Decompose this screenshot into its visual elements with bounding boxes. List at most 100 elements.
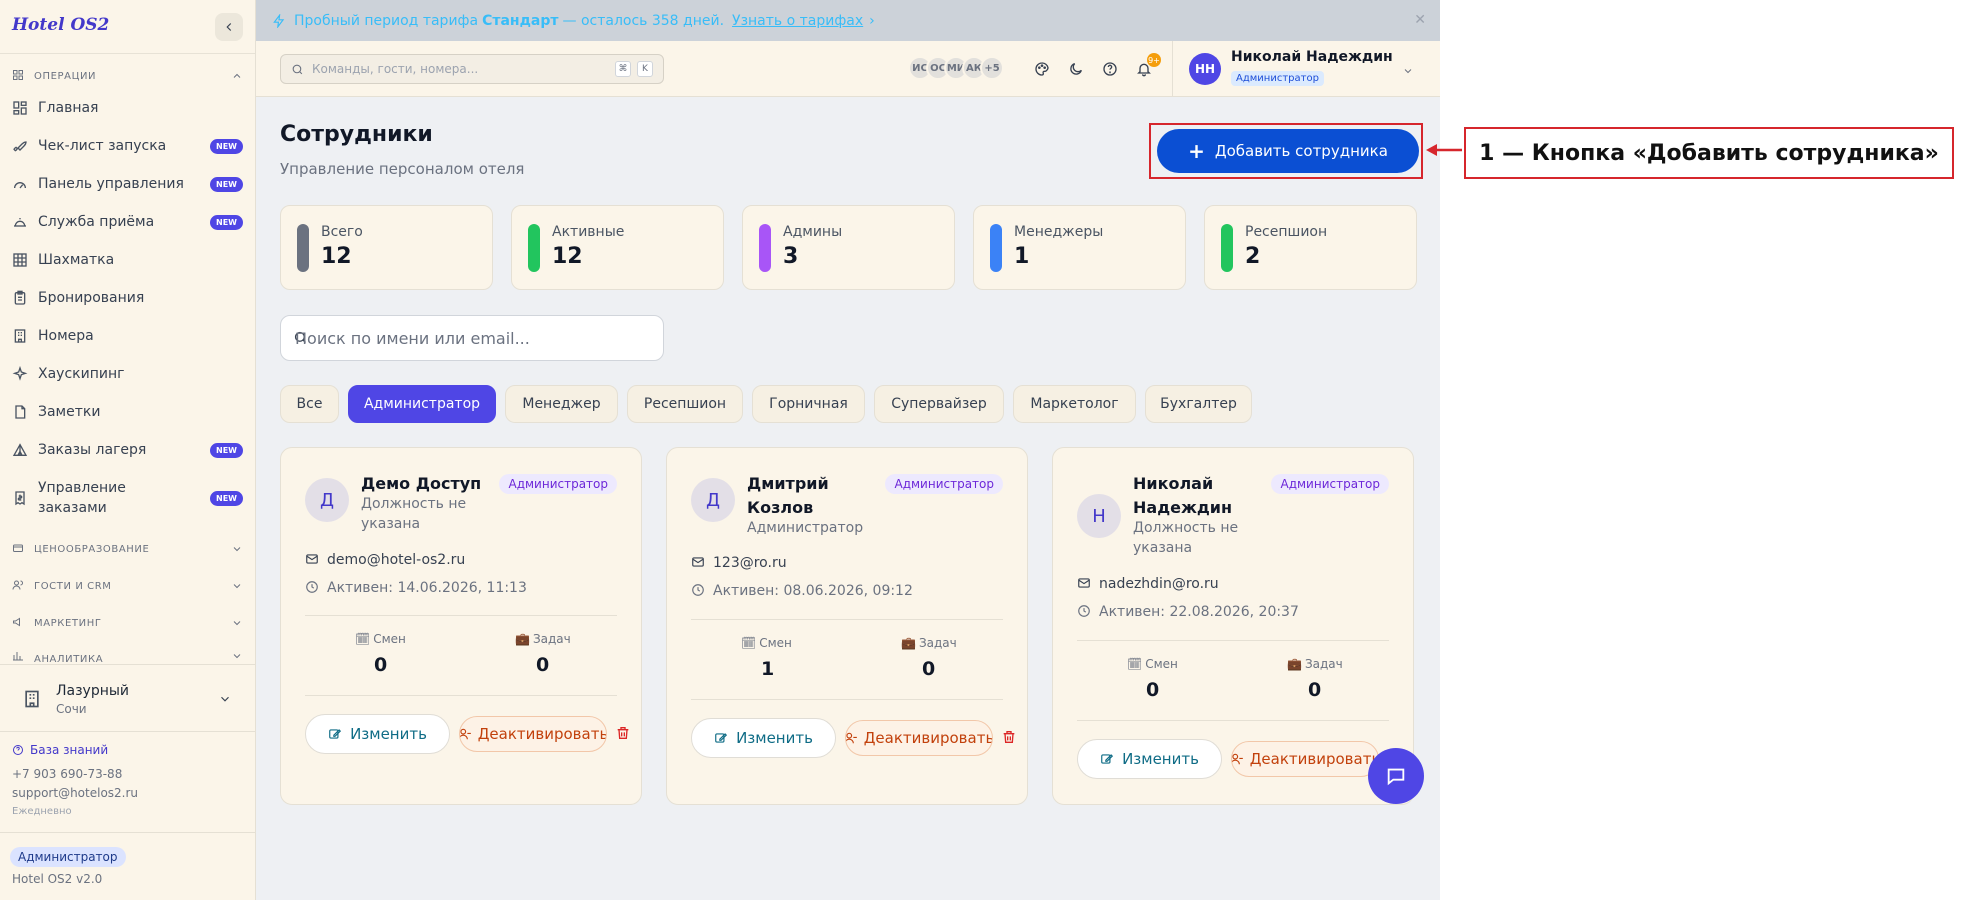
- sidebar-item-housekeeping[interactable]: Хаускипинг: [12, 355, 243, 393]
- shifts-label: 🗓 Смен: [741, 636, 792, 650]
- filter-chip-all[interactable]: Все: [280, 385, 339, 423]
- note-icon: [12, 404, 28, 420]
- help-circle-icon: [12, 744, 24, 756]
- briefcase-icon: 💼: [1287, 657, 1302, 671]
- deactivate-button[interactable]: Деактивировать: [1231, 741, 1379, 777]
- stat-color-bar: [528, 224, 540, 272]
- filter-chip-accountant[interactable]: Бухгалтер: [1145, 385, 1252, 423]
- sidebar-item-bookings[interactable]: Бронирования: [12, 279, 243, 317]
- edit-icon: [328, 727, 342, 741]
- new-badge: NEW: [210, 442, 243, 458]
- employee-email: nadezhdin@ro.ru: [1077, 576, 1219, 592]
- pricing-link[interactable]: Узнать о тарифах: [732, 13, 863, 29]
- sidebar-section-operations[interactable]: ОПЕРАЦИИ: [12, 66, 243, 86]
- sidebar-item-launch-checklist[interactable]: Чек-лист запуска NEW: [12, 127, 243, 165]
- sidebar-item-rooms[interactable]: Номера: [12, 317, 243, 355]
- sidebar-section-marketing[interactable]: МАРКЕТИНГ: [12, 613, 243, 633]
- employee-card: Д Демо Доступ Должность не указана Админ…: [280, 447, 642, 805]
- tasks-count: 0: [1308, 679, 1322, 701]
- card-divider: [1077, 640, 1389, 641]
- sidebar-section-guests-crm[interactable]: ГОСТИ И CRM: [12, 576, 243, 596]
- notifications-button[interactable]: 9+: [1131, 53, 1161, 82]
- theme-toggle-button[interactable]: [1063, 56, 1089, 82]
- sidebar-item-chessboard[interactable]: Шахматка: [12, 241, 243, 279]
- hotel-switcher[interactable]: Лазурный Сочи: [0, 664, 256, 732]
- online-users[interactable]: ИС ОС МИ АК +5: [908, 56, 1004, 80]
- filter-chip-housekeeper[interactable]: Горничная: [752, 385, 865, 423]
- filter-chip-marketer[interactable]: Маркетолог: [1013, 385, 1136, 423]
- user-minus-icon: [460, 727, 472, 741]
- deactivate-button[interactable]: Деактивировать: [459, 716, 607, 752]
- sidebar-item-front-desk[interactable]: Служба приёма NEW: [12, 203, 243, 241]
- shortcut-key: K: [637, 61, 653, 77]
- support-phone[interactable]: +7 903 690-73-88: [12, 767, 122, 781]
- employee-last-active: Активен: 08.06.2026, 09:12: [691, 583, 913, 599]
- calendar-icon: 🗓: [355, 632, 371, 646]
- chat-icon: [1387, 768, 1405, 786]
- chevron-right-icon: ›: [869, 12, 875, 29]
- sidebar-item-notes[interactable]: Заметки: [12, 393, 243, 431]
- chevron-down-icon: [231, 580, 243, 592]
- command-search-input[interactable]: Команды, гости, номера... ⌘ K: [280, 54, 664, 84]
- deactivate-button[interactable]: Деактивировать: [845, 720, 993, 756]
- sidebar-item-home[interactable]: Главная: [12, 89, 243, 127]
- chevron-down-icon: [231, 617, 243, 629]
- clipboard-icon: [12, 290, 28, 306]
- filter-chip-administrator[interactable]: Администратор: [348, 385, 496, 423]
- edit-button[interactable]: Изменить: [691, 718, 836, 758]
- moon-icon: [1070, 63, 1082, 75]
- stat-card-managers: Менеджеры 1: [973, 205, 1186, 290]
- employee-search-input[interactable]: Поиск по имени или email...: [280, 315, 664, 361]
- users-icon: [12, 579, 26, 593]
- sidebar-item-camp-orders[interactable]: Заказы лагеря NEW: [12, 431, 243, 469]
- tasks-label: 💼 Задач: [1287, 657, 1343, 671]
- hotel-name: Лазурный: [56, 683, 130, 699]
- avatar: Д: [691, 478, 735, 522]
- new-badge: NEW: [210, 214, 243, 230]
- hotel-city: Сочи: [56, 702, 87, 716]
- new-badge: NEW: [210, 490, 243, 506]
- support-email[interactable]: support@hotelos2.ru: [12, 786, 138, 800]
- sidebar-collapse-button[interactable]: [215, 13, 243, 41]
- sidebar: Hotel OS2 ОПЕРАЦИИ Главная Чек-лист запу…: [0, 0, 256, 900]
- sidebar-section-pricing[interactable]: ЦЕНООБРАЗОВАНИЕ: [12, 539, 243, 559]
- stat-card-reception: Ресепшион 2: [1204, 205, 1417, 290]
- role-badge: Администратор: [1271, 474, 1389, 494]
- delete-button[interactable]: [1001, 729, 1019, 747]
- calendar-icon: 🗓: [741, 636, 757, 650]
- employee-card: Д Дмитрий Козлов Администратор Администр…: [666, 447, 1028, 805]
- sidebar-section-analytics[interactable]: АНАЛИТИКА: [12, 650, 243, 664]
- user-menu[interactable]: НН Николай Надеждин Администратор: [1172, 41, 1440, 97]
- filter-chip-manager[interactable]: Менеджер: [505, 385, 618, 423]
- edit-button[interactable]: Изменить: [1077, 739, 1222, 779]
- app-logo[interactable]: Hotel OS2: [12, 15, 109, 35]
- megaphone-icon: [12, 616, 26, 630]
- palette-button[interactable]: [1029, 56, 1055, 82]
- tasks-count: 0: [536, 654, 550, 676]
- trash-icon: [617, 727, 629, 739]
- more-users-count: +5: [980, 56, 1004, 80]
- filter-chip-supervisor[interactable]: Супервайзер: [874, 385, 1004, 423]
- user-minus-icon: [1232, 752, 1244, 766]
- sidebar-item-order-management[interactable]: Управление заказами NEW: [12, 474, 243, 522]
- tasks-label: 💼 Задач: [901, 636, 957, 650]
- bell-desk-icon: [12, 214, 28, 230]
- edit-button[interactable]: Изменить: [305, 714, 450, 754]
- sidebar-header: Hotel OS2: [0, 0, 255, 54]
- current-role-badge: Администратор: [10, 847, 126, 867]
- knowledge-base-link[interactable]: База знаний: [12, 743, 108, 757]
- help-button[interactable]: [1097, 56, 1123, 82]
- chat-button[interactable]: [1368, 748, 1424, 804]
- close-icon[interactable]: ✕: [1414, 12, 1426, 28]
- mail-icon: [305, 552, 321, 568]
- clock-icon: [691, 583, 707, 599]
- sidebar-item-dashboard[interactable]: Панель управления NEW: [12, 165, 243, 203]
- tasks-label: 💼 Задач: [515, 632, 571, 646]
- palette-icon: [1035, 62, 1049, 76]
- delete-button[interactable]: [615, 725, 633, 743]
- filter-chip-reception[interactable]: Ресепшион: [627, 385, 743, 423]
- shortcut-key: ⌘: [615, 61, 631, 77]
- shifts-label: 🗓 Смен: [355, 632, 406, 646]
- avatar: НН: [1189, 53, 1221, 85]
- top-bar: Команды, гости, номера... ⌘ K ИС ОС МИ А…: [256, 41, 1440, 97]
